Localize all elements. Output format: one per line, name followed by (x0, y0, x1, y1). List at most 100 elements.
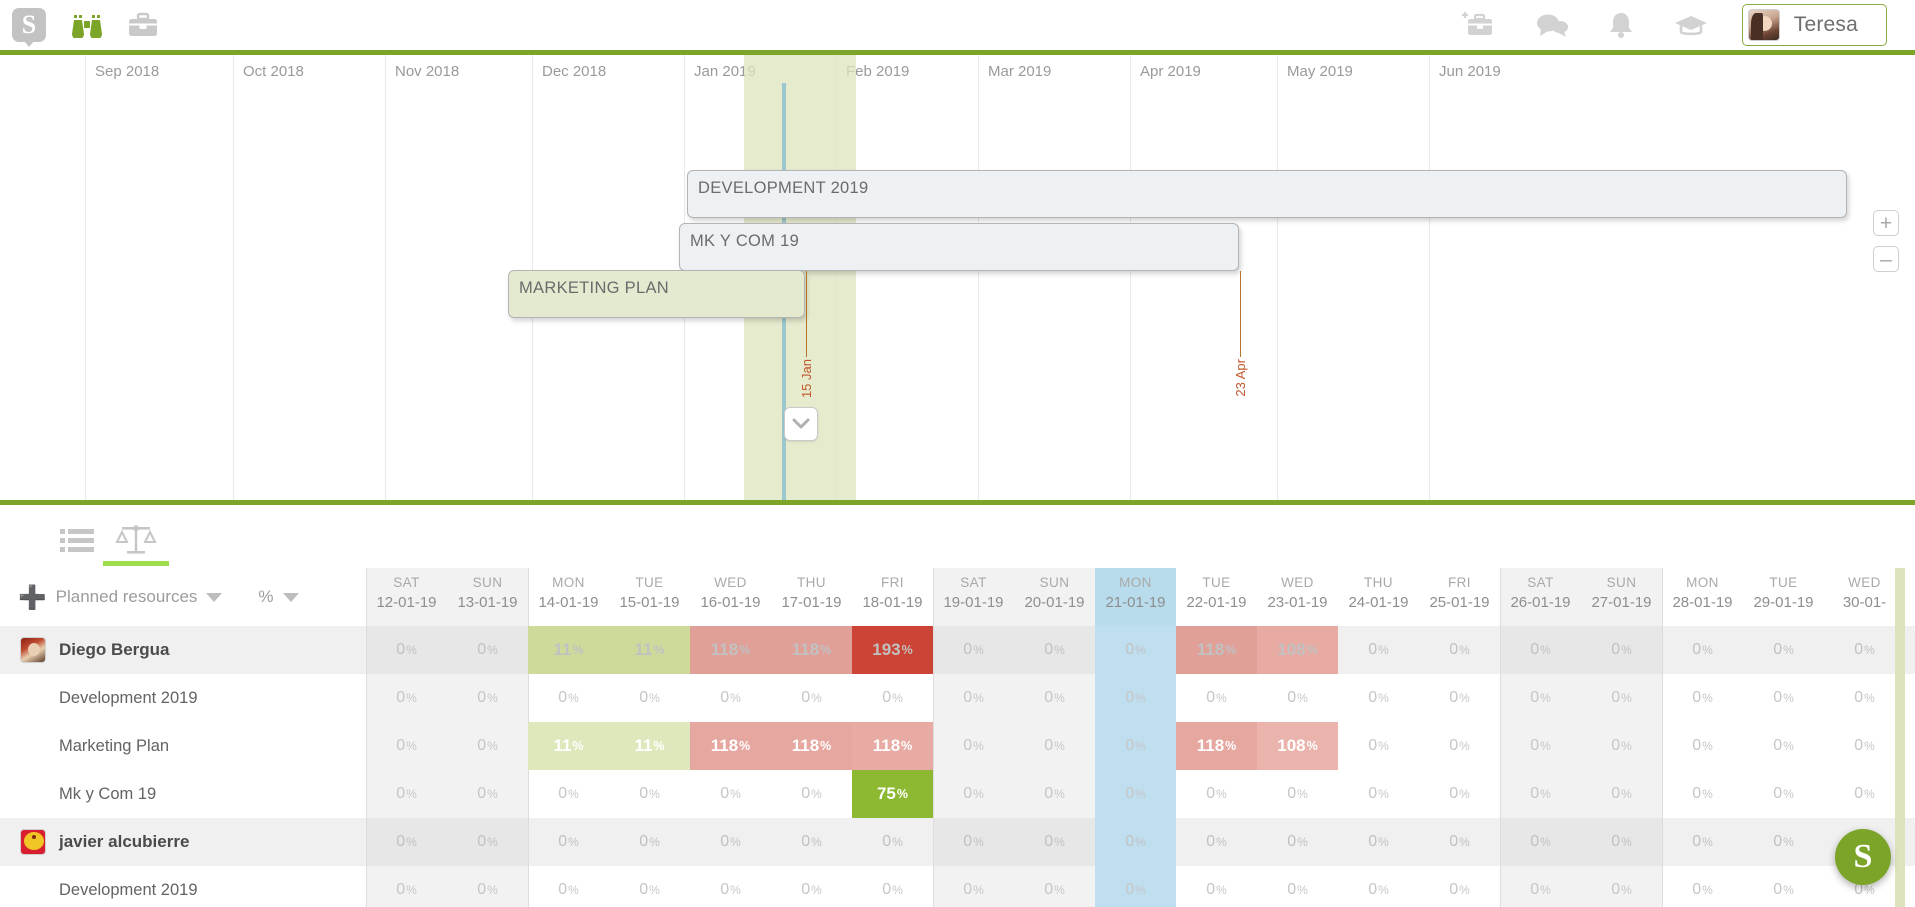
allocation-cell[interactable]: 0% (690, 674, 771, 722)
allocation-cell[interactable]: 118% (771, 626, 852, 674)
allocation-cell[interactable]: 0% (771, 770, 852, 818)
add-project-icon[interactable] (1461, 11, 1496, 39)
allocation-cell[interactable]: 0% (1500, 626, 1581, 674)
allocation-cell[interactable]: 0% (933, 722, 1014, 770)
allocation-cell[interactable]: 0% (933, 866, 1014, 907)
allocation-cell[interactable]: 0% (1095, 626, 1176, 674)
allocation-cell[interactable]: 0% (1095, 722, 1176, 770)
allocation-cell[interactable]: 0% (690, 818, 771, 866)
day-column-header[interactable]: SAT 12-01-19 (366, 568, 447, 626)
sinnaps-logo[interactable]: S (12, 8, 46, 47)
allocation-cell[interactable]: 0% (933, 818, 1014, 866)
allocation-cell[interactable]: 0% (1824, 722, 1905, 770)
gantt-chart-panel[interactable]: Sep 2018 Oct 2018 Nov 2018 Dec 2018 Jan 2019… (0, 55, 1915, 505)
allocation-cell[interactable]: 0% (1581, 722, 1662, 770)
task-row[interactable]: Development 2019 0% 0% 0% 0% 0% 0% 0% 0% 0% 0% 0% 0%… (0, 866, 1915, 907)
day-column-header[interactable]: SUN 20-01-19 (1014, 568, 1095, 626)
allocation-cell[interactable]: 0% (933, 626, 1014, 674)
allocation-cell[interactable]: 0% (1338, 770, 1419, 818)
allocation-cell[interactable]: 0% (447, 722, 528, 770)
planned-resources-dropdown[interactable]: ➕ Planned resources (18, 585, 223, 609)
allocation-cell[interactable]: 0% (1257, 674, 1338, 722)
allocation-cell[interactable]: 0% (1095, 866, 1176, 907)
allocation-cell[interactable]: 0% (1581, 626, 1662, 674)
allocation-cell[interactable]: 0% (1014, 770, 1095, 818)
allocation-cell[interactable]: 0% (771, 674, 852, 722)
allocation-cell[interactable]: 11% (609, 626, 690, 674)
allocation-cell[interactable]: 0% (1095, 818, 1176, 866)
gantt-project-bar[interactable]: DEVELOPMENT 2019 (687, 170, 1847, 218)
gantt-project-bar[interactable]: MARKETING PLAN (508, 270, 805, 318)
allocation-cell[interactable]: 0% (1176, 866, 1257, 907)
allocation-cell[interactable]: 0% (1338, 674, 1419, 722)
allocation-cell[interactable]: 11% (528, 722, 609, 770)
allocation-cell[interactable]: 0% (1581, 866, 1662, 907)
allocation-cell[interactable]: 0% (1419, 770, 1500, 818)
allocation-cell[interactable]: 0% (1824, 770, 1905, 818)
allocation-cell[interactable]: 0% (1662, 818, 1743, 866)
allocation-cell[interactable]: 0% (852, 674, 933, 722)
day-column-header[interactable]: SAT 19-01-19 (933, 568, 1014, 626)
allocation-cell[interactable]: 118% (1176, 626, 1257, 674)
day-column-header[interactable]: WED 23-01-19 (1257, 568, 1338, 626)
allocation-cell[interactable]: 75% (852, 770, 933, 818)
resource-row[interactable]: Diego Bergua 0% 0% 11% 11% 118% 118% 193% 0% 0% 0%… (0, 626, 1915, 674)
allocation-cell[interactable]: 0% (1176, 674, 1257, 722)
allocation-cell[interactable]: 193% (852, 626, 933, 674)
unit-dropdown[interactable]: % (258, 587, 299, 607)
allocation-cell[interactable]: 0% (447, 770, 528, 818)
allocation-cell[interactable]: 0% (1176, 818, 1257, 866)
allocation-cell[interactable]: 0% (609, 818, 690, 866)
allocation-cell[interactable]: 0% (1095, 674, 1176, 722)
user-menu[interactable]: Teresa (1741, 4, 1887, 46)
allocation-cell[interactable]: 0% (1257, 866, 1338, 907)
tab-resources-view[interactable] (99, 516, 173, 566)
allocation-cell[interactable]: 108% (1257, 722, 1338, 770)
day-column-header[interactable]: SUN 27-01-19 (1581, 568, 1662, 626)
allocation-cell[interactable]: 0% (1014, 866, 1095, 907)
allocation-cell[interactable]: 0% (690, 770, 771, 818)
day-column-header[interactable]: SUN 13-01-19 (447, 568, 528, 626)
allocation-cell[interactable]: 0% (609, 770, 690, 818)
allocation-cell[interactable]: 0% (1257, 818, 1338, 866)
allocation-cell[interactable]: 0% (1662, 674, 1743, 722)
allocation-cell[interactable]: 0% (690, 866, 771, 907)
allocation-cell[interactable]: 0% (1581, 818, 1662, 866)
allocation-cell[interactable]: 0% (1095, 770, 1176, 818)
allocation-cell[interactable]: 0% (1419, 866, 1500, 907)
allocation-cell[interactable]: 118% (690, 722, 771, 770)
day-column-header[interactable]: MON 14-01-19 (528, 568, 609, 626)
support-chat-button[interactable]: S (1835, 829, 1891, 885)
collapse-chevron-icon[interactable] (784, 407, 818, 441)
allocation-cell[interactable]: 0% (366, 818, 447, 866)
allocation-cell[interactable]: 0% (609, 674, 690, 722)
allocation-cell[interactable]: 0% (528, 674, 609, 722)
zoom-in-button[interactable]: + (1873, 210, 1899, 236)
day-column-header[interactable]: SAT 26-01-19 (1500, 568, 1581, 626)
binoculars-icon[interactable] (72, 12, 102, 38)
allocation-cell[interactable]: 0% (852, 866, 933, 907)
allocation-cell[interactable]: 0% (1176, 770, 1257, 818)
day-column-header[interactable]: TUE 29-01-19 (1743, 568, 1824, 626)
day-column-header[interactable]: TUE 22-01-19 (1176, 568, 1257, 626)
allocation-cell[interactable]: 0% (366, 626, 447, 674)
allocation-cell[interactable]: 11% (528, 626, 609, 674)
allocation-cell[interactable]: 0% (1662, 866, 1743, 907)
allocation-cell[interactable]: 0% (1014, 818, 1095, 866)
allocation-cell[interactable]: 0% (528, 770, 609, 818)
day-column-header[interactable]: MON 28-01-19 (1662, 568, 1743, 626)
allocation-cell[interactable]: 0% (1743, 770, 1824, 818)
allocation-cell[interactable]: 0% (1743, 722, 1824, 770)
allocation-cell[interactable]: 0% (771, 866, 852, 907)
allocation-cell[interactable]: 0% (1014, 626, 1095, 674)
allocation-cell[interactable]: 118% (771, 722, 852, 770)
allocation-cell[interactable]: 0% (1824, 674, 1905, 722)
allocation-cell[interactable]: 0% (366, 770, 447, 818)
allocation-cell[interactable]: 0% (1743, 818, 1824, 866)
allocation-cell[interactable]: 118% (1176, 722, 1257, 770)
resource-row[interactable]: javier alcubierre 0% 0% 0% 0% 0% 0% 0% 0% 0% 0% 0% 0… (0, 818, 1915, 866)
allocation-cell[interactable]: 11% (609, 722, 690, 770)
task-row[interactable]: Marketing Plan 0% 0% 11% 11% 118% 118% 118% 0% 0%… (0, 722, 1915, 770)
allocation-cell[interactable]: 0% (1500, 866, 1581, 907)
allocation-cell[interactable]: 0% (447, 818, 528, 866)
